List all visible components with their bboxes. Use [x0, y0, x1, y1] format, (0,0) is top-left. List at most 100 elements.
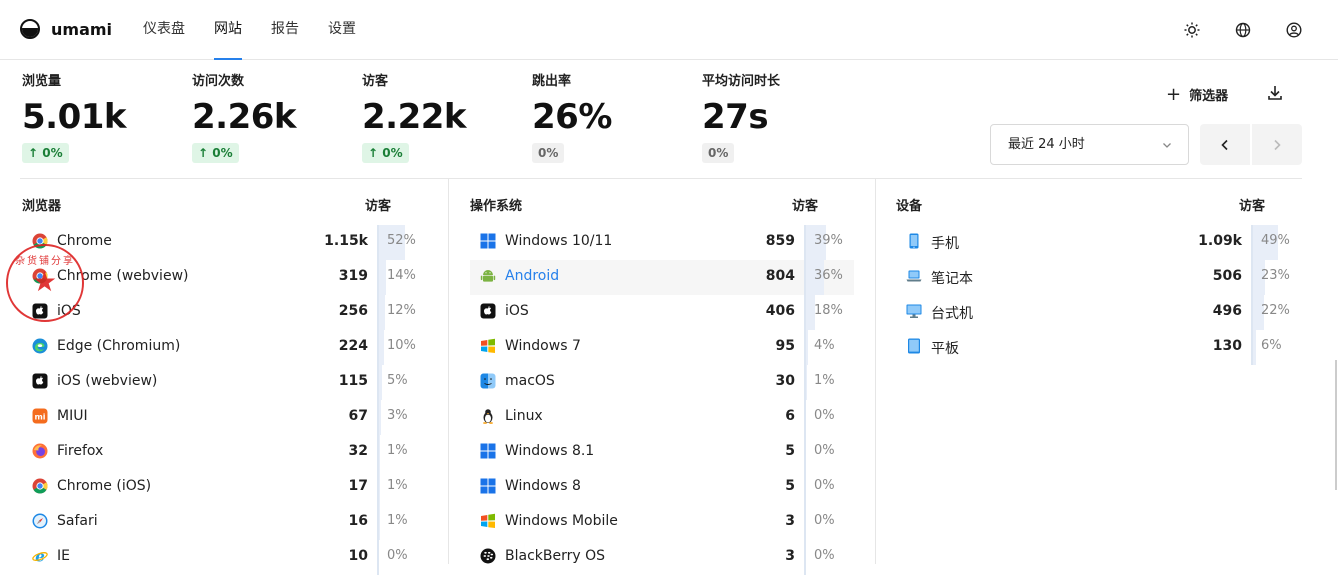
share-bar-fill [379, 330, 384, 365]
share-bar: 6% [1251, 330, 1301, 365]
panel-metric-label: 访客 [365, 199, 392, 214]
list-item-label[interactable]: 台式机 [931, 303, 973, 323]
list-item-label[interactable]: Safari [57, 513, 98, 529]
page-scrollbar[interactable] [1330, 60, 1338, 564]
list-item[interactable]: iOS 406 18% [470, 295, 860, 330]
list-item[interactable]: macOS 30 1% [470, 365, 860, 400]
sun-icon[interactable] [1183, 21, 1201, 39]
brand[interactable]: umami [20, 19, 112, 39]
list-item-label[interactable]: macOS [505, 373, 555, 389]
list-item[interactable]: Chrome (iOS) 17 1% [22, 470, 432, 505]
list-item-percent: 5% [387, 373, 408, 388]
nav-item-settings[interactable]: 设置 [328, 0, 356, 60]
share-bar-fill [806, 365, 807, 400]
list-item-label[interactable]: Windows 8 [505, 478, 581, 494]
nav-item-reports[interactable]: 报告 [271, 0, 299, 60]
list-item[interactable]: iOS 256 12% [22, 295, 432, 330]
list-item-label[interactable]: Linux [505, 408, 543, 424]
list-item-percent: 23% [1261, 268, 1290, 283]
list-item[interactable]: Windows 10/11 859 39% [470, 225, 860, 260]
windows-legacy-icon [480, 513, 498, 531]
list-item-label[interactable]: iOS [505, 303, 529, 319]
windows-icon [480, 478, 498, 496]
list-item[interactable]: mi MIUI 67 3% [22, 400, 432, 435]
list-item-label[interactable]: 手机 [931, 233, 959, 253]
list-item[interactable]: Windows Mobile 3 0% [470, 505, 860, 540]
list-item[interactable]: 台式机 496 22% [896, 295, 1306, 330]
panel-title: 浏览器 [22, 199, 62, 214]
list-item-percent: 6% [1261, 338, 1282, 353]
share-bar: 3% [377, 400, 427, 435]
list-item[interactable]: Windows 8.1 5 0% [470, 435, 860, 470]
list-item[interactable]: Android 804 36% [470, 260, 854, 295]
share-bar: 22% [1251, 295, 1301, 330]
list-item-label[interactable]: Chrome (iOS) [57, 478, 151, 494]
list-item-label[interactable]: Chrome [57, 233, 112, 249]
list-item[interactable]: BlackBerry OS 3 0% [470, 540, 860, 575]
nav-item-dashboard[interactable]: 仪表盘 [143, 0, 185, 60]
list-item-percent: 10% [387, 338, 416, 353]
list-item-label[interactable]: BlackBerry OS [505, 548, 605, 564]
date-range-select[interactable]: 最近 24 小时 [990, 124, 1189, 165]
globe-icon[interactable] [1234, 21, 1252, 39]
previous-button[interactable] [1200, 124, 1250, 165]
share-bar: 49% [1251, 225, 1301, 260]
list-item[interactable]: Chrome 1.15k 52% [22, 225, 432, 260]
svg-text:e: e [35, 548, 45, 564]
list-item-label[interactable]: 平板 [931, 338, 959, 358]
star-icon: ★ [32, 265, 58, 298]
android-icon [480, 268, 498, 286]
list-item[interactable]: 手机 1.09k 49% [896, 225, 1306, 260]
list-item[interactable]: e IE 10 0% [22, 540, 432, 575]
safari-icon [32, 513, 50, 531]
mobile-icon [906, 233, 924, 251]
list-item-label[interactable]: Android [505, 268, 559, 284]
list-item[interactable]: Windows 8 5 0% [470, 470, 860, 505]
list-item-value: 804 [765, 268, 795, 284]
miui-icon: mi [32, 408, 50, 426]
list-item[interactable]: Firefox 32 1% [22, 435, 432, 470]
list-item[interactable]: Windows 7 95 4% [470, 330, 860, 365]
list-item-label[interactable]: Firefox [57, 443, 103, 459]
filter-button[interactable]: + 筛选器 [1166, 84, 1228, 105]
list-item[interactable]: Safari 16 1% [22, 505, 432, 540]
metric-change-badge: 0% [702, 143, 735, 163]
list-item-label[interactable]: IE [57, 548, 70, 564]
share-bar-fill [379, 260, 386, 295]
list-item-label[interactable]: iOS (webview) [57, 373, 157, 389]
metric-label: 跳出率 [532, 74, 572, 89]
user-icon[interactable] [1285, 21, 1303, 39]
list-item[interactable]: Linux 6 0% [470, 400, 860, 435]
list-item[interactable]: 平板 130 6% [896, 330, 1306, 365]
download-icon[interactable] [1266, 84, 1286, 104]
list-item[interactable]: iOS (webview) 115 5% [22, 365, 432, 400]
nav-item-websites[interactable]: 网站 [214, 0, 242, 60]
metric-pageviews: 浏览量 5.01k ↑ 0% [22, 70, 127, 163]
list-item-value: 115 [338, 373, 368, 389]
list-item-value: 224 [338, 338, 368, 354]
list-item[interactable]: Edge (Chromium) 224 10% [22, 330, 432, 365]
share-bar-fill [379, 295, 385, 330]
desktop-icon [906, 303, 924, 321]
list-item[interactable]: 笔记本 506 23% [896, 260, 1306, 295]
filter-label: 筛选器 [1189, 89, 1229, 104]
list-item-label[interactable]: MIUI [57, 408, 88, 424]
share-bar: 0% [804, 435, 854, 470]
list-item-label[interactable]: Windows 10/11 [505, 233, 612, 249]
panel-header: 浏览器 访客 [22, 179, 432, 225]
os-panel: 操作系统 访客 Windows 10/11 859 39% Android 804 36% iO… [470, 179, 860, 575]
list-item-label[interactable]: Windows 8.1 [505, 443, 594, 459]
list-item-label[interactable]: Windows 7 [505, 338, 581, 354]
chevron-down-icon [1162, 125, 1172, 164]
next-button[interactable] [1252, 124, 1302, 165]
share-bar: 10% [377, 330, 427, 365]
scrollbar-thumb[interactable] [1335, 360, 1337, 490]
list-item-label[interactable]: Edge (Chromium) [57, 338, 180, 354]
linux-icon [480, 408, 498, 426]
list-item-percent: 0% [814, 443, 835, 458]
metric-visits: 访问次数 2.26k ↑ 0% [192, 70, 297, 163]
list-item-label[interactable]: Windows Mobile [505, 513, 618, 529]
list-item-label[interactable]: 笔记本 [931, 268, 973, 288]
windows-icon [480, 233, 498, 251]
list-item-value: 3 [785, 548, 795, 564]
